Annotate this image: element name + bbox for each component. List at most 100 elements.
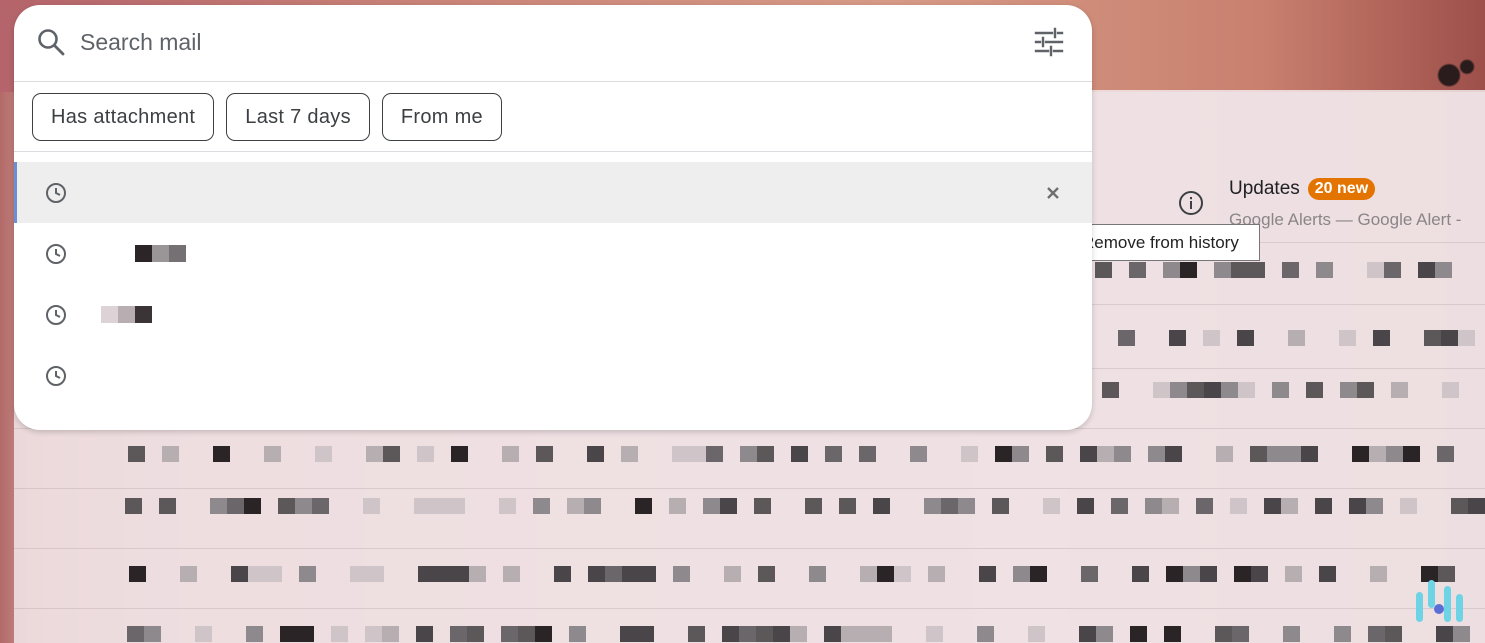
redacted-pixel [720,498,737,514]
tune-icon[interactable] [1033,27,1065,57]
from-me-chip[interactable]: From me [381,93,502,141]
redacted-pixel [1370,566,1387,582]
redacted-block [135,306,152,323]
redacted-pixel [1114,446,1131,462]
redacted-pixel [1237,330,1254,346]
redacted-pixel [1368,626,1385,642]
search-history-list [14,162,1092,406]
redacted-pixel [1386,446,1403,462]
redacted-pixel [554,566,571,582]
redacted-pixel [757,446,774,462]
redacted-pixel [418,566,435,582]
redacted-pixel [1334,626,1351,642]
redacted-block [118,306,135,323]
redacted-pixel [1129,262,1146,278]
redacted-pixel [1458,330,1475,346]
search-input[interactable] [80,25,980,59]
redacted-pixel [1437,446,1454,462]
redacted-pixel [1203,330,1220,346]
inbox-row-divider [14,608,1485,609]
redacted-pixel [1165,446,1182,462]
redacted-pixel [1148,446,1165,462]
redacted-pixel [669,498,686,514]
redacted-pixel [621,446,638,462]
redacted-pixel [620,626,637,642]
info-icon[interactable] [1178,190,1204,216]
redacted-pixel [758,566,775,582]
redacted-pixel [1436,626,1453,642]
redacted-pixel [518,626,535,642]
redacted-pixel [1162,498,1179,514]
redacted-pixel [1248,262,1265,278]
redacted-pixel [450,626,467,642]
redacted-pixel [1183,566,1200,582]
redacted-pixel [1079,626,1096,642]
redacted-pixel [128,446,145,462]
redacted-pixel [587,446,604,462]
new-count-badge: 20 new [1307,178,1376,200]
redacted-pixel [331,626,348,642]
redacted-pixel [265,566,282,582]
redacted-pixel [417,446,434,462]
redacted-pixel [1288,330,1305,346]
redacted-pixel [839,498,856,514]
history-item[interactable] [14,162,1092,223]
redacted-pixel [280,626,297,642]
wallpaper-tree [1425,50,1485,92]
redacted-pixel [672,446,689,462]
redacted-pixel [1231,262,1248,278]
has-attachment-chip[interactable]: Has attachment [32,93,215,141]
redacted-pixel [297,626,314,642]
clock-icon [45,182,67,204]
history-item[interactable] [14,345,1092,406]
redacted-pixel [875,626,892,642]
close-icon[interactable] [1046,186,1060,200]
redacted-pixel [363,498,380,514]
redacted-pixel [859,446,876,462]
redacted-pixel [706,446,723,462]
history-item[interactable] [14,284,1092,345]
redacted-pixel [1284,446,1301,462]
history-item[interactable] [14,223,1092,284]
redacted-pixel [754,498,771,514]
redacted-pixel [724,566,741,582]
redacted-pixel [1367,262,1384,278]
search-icon[interactable] [36,27,66,57]
chips-divider [14,151,1092,152]
redacted-pixel [1403,446,1420,462]
redacted-pixel [637,626,654,642]
redacted-pixel [1352,446,1369,462]
redacted-pixel [924,498,941,514]
redacted-pixel [1145,498,1162,514]
redacted-pixel [1166,566,1183,582]
redacted-pixel [1366,498,1383,514]
redacted-pixel [739,626,756,642]
redacted-pixel [1283,626,1300,642]
redacted-pixel [416,626,433,642]
redacted-pixel [1272,382,1289,398]
redacted-pixel [367,566,384,582]
last-7-days-chip[interactable]: Last 7 days [226,93,370,141]
redacted-pixel [992,498,1009,514]
search-chips: Has attachment Last 7 days From me [32,93,502,141]
redacted-pixel [1081,566,1098,582]
redacted-pixel [1267,446,1284,462]
redacted-pixel [910,446,927,462]
redacted-pixel [588,566,605,582]
redacted-pixel [536,446,553,462]
redacted-pixel [873,498,890,514]
redacted-pixel [414,498,431,514]
redacted-pixel [1097,446,1114,462]
redacted-pixel [941,498,958,514]
redacted-pixel [1080,446,1097,462]
search-suggestions-popup: Has attachment Last 7 days From me [14,5,1092,430]
redacted-pixel [1180,262,1197,278]
redacted-pixel [1096,626,1113,642]
redacted-pixel [1102,382,1119,398]
redacted-pixel [227,498,244,514]
updates-category[interactable]: Updates 20 new [1229,178,1376,200]
redacted-pixel [264,446,281,462]
redacted-pixel [1200,566,1217,582]
redacted-pixel [1153,382,1170,398]
redacted-pixel [995,446,1012,462]
